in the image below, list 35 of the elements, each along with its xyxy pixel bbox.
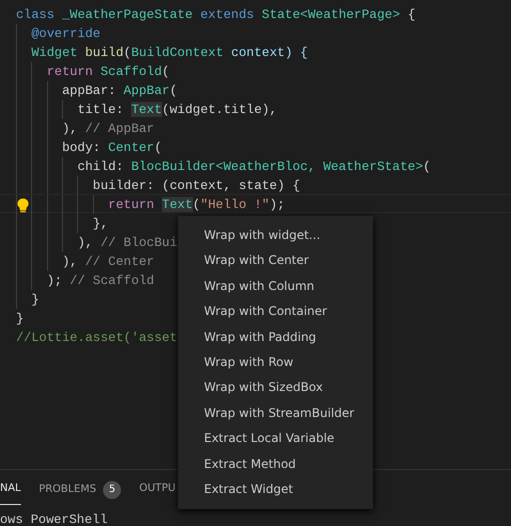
code-line: } [16,311,24,326]
menu-item[interactable]: Wrap with widget... [178,223,373,248]
code-line: body: Center( [62,140,162,155]
code-line: return Text("Hello !"); [108,197,285,212]
code-line: ), // BlocBui [77,235,178,250]
code-line: //Lottie.asset('asset [16,330,178,345]
menu-item[interactable]: Wrap with Padding [178,324,373,350]
code-line: } [31,292,40,307]
code-line: return Scaffold( [46,64,170,79]
menu-item[interactable]: Wrap with Column [178,274,373,300]
code-line: builder: (context, state) { [92,178,300,193]
code-line: ); // Scaffold [46,273,154,288]
code-line: child: BlocBuilder<WeatherBloc, WeatherState>( [77,159,431,174]
code-line: appBar: AppBar( [62,83,178,98]
code-line: }, [92,216,108,231]
panel-tab[interactable]: NAL [0,481,21,505]
code-line: class _WeatherPageState extends State<WeatherPage> { [16,7,416,22]
panel-tab[interactable]: OUTPU [139,481,176,505]
code-line: Widget build(BuildContext context) { [31,45,308,60]
menu-item[interactable]: Wrap with Center [178,248,373,274]
code-line: @override [31,26,100,41]
menu-item[interactable]: Extract Widget [178,476,373,502]
panel-tab[interactable]: PROBLEMS 5 [38,481,122,505]
count-badge: 5 [103,481,122,499]
lightbulb-icon[interactable] [17,198,29,213]
code-line: ), // Center [62,254,154,269]
code-line: ), // AppBar [62,121,154,136]
menu-item[interactable]: Wrap with Container [178,299,373,325]
menu-item[interactable]: Wrap with StreamBuilder [178,400,373,426]
terminal-text: ows PowerShell [0,513,109,526]
menu-item[interactable]: Wrap with SizedBox [178,375,373,401]
menu-item[interactable]: Extract Method [178,452,373,477]
code-line: title: Text(widget.title), [77,102,278,117]
menu-item[interactable]: Extract Local Variable [178,426,373,452]
menu-item[interactable]: Wrap with Row [178,350,373,376]
